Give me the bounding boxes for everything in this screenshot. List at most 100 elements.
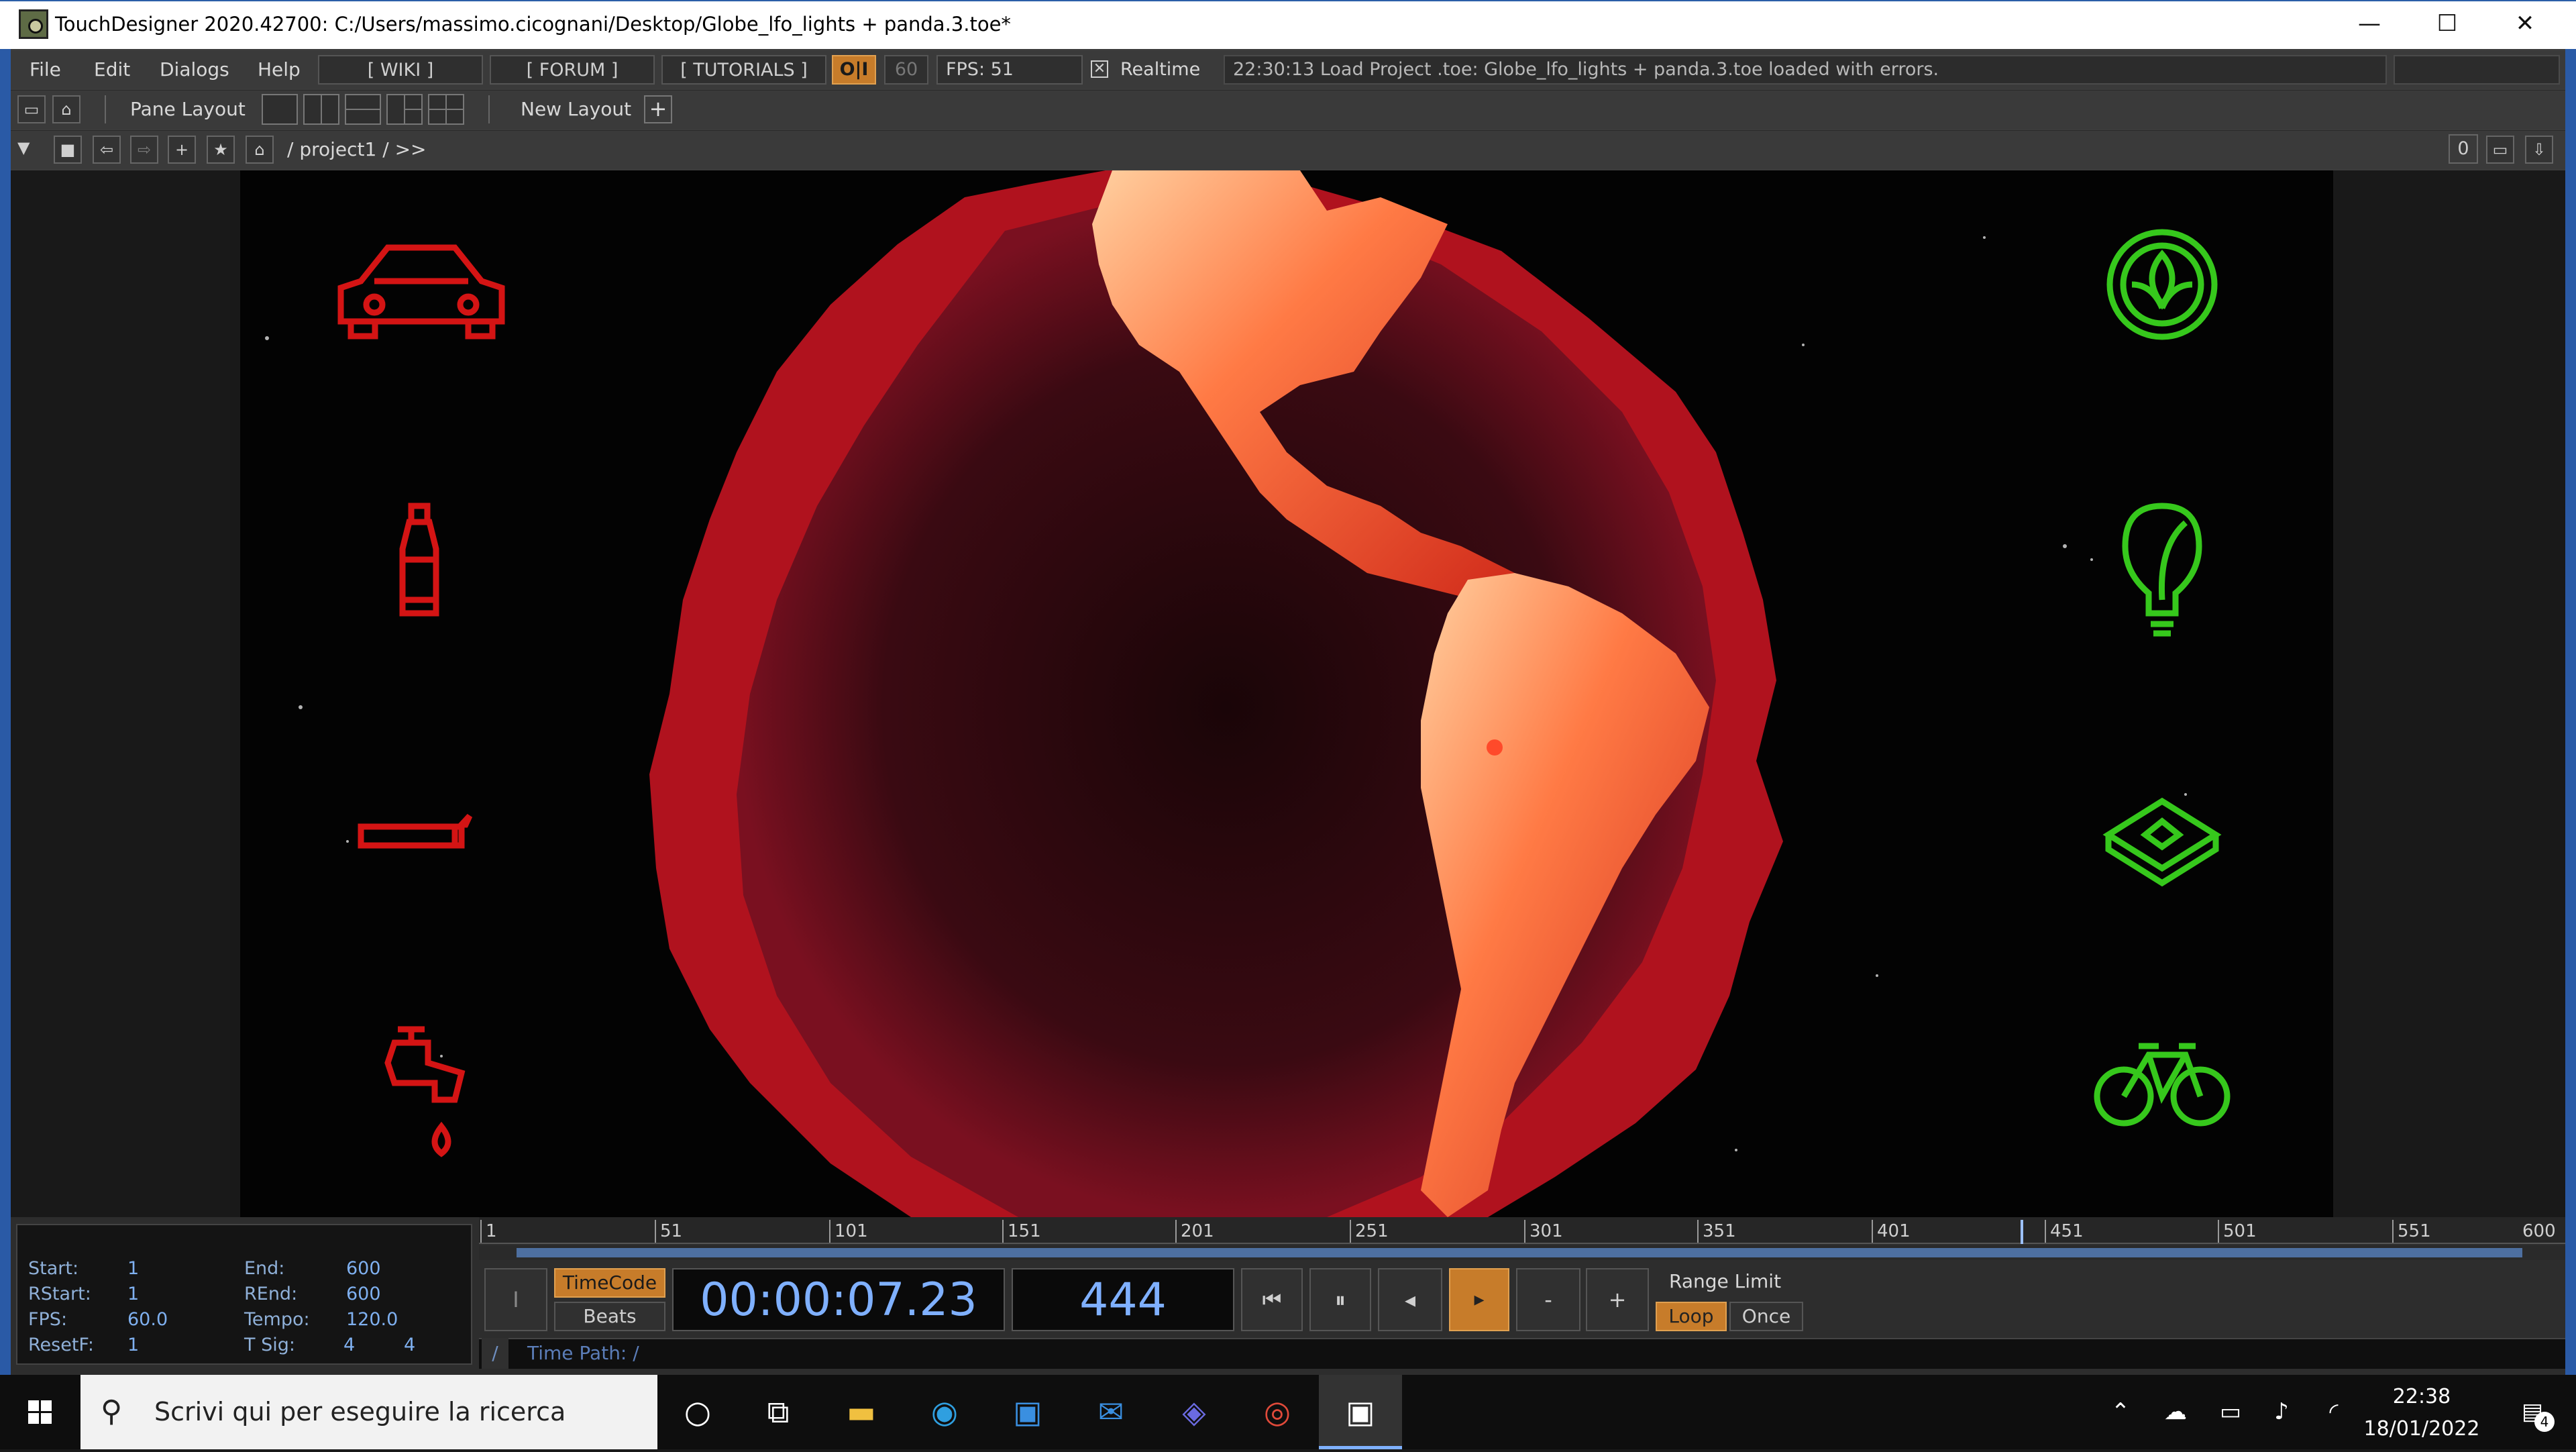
ruler-tick: 1	[480, 1220, 497, 1243]
loop-button[interactable]: Loop	[1656, 1302, 1727, 1331]
end-value[interactable]: 600	[346, 1256, 381, 1282]
realtime-checkbox[interactable]: ✕	[1091, 60, 1108, 78]
star-icon[interactable]: ★	[207, 136, 235, 164]
fps-cap-field[interactable]: 60	[884, 55, 928, 85]
edge-browser-icon[interactable]: ◉	[903, 1375, 986, 1449]
viewer-margin-right	[2333, 170, 2565, 1217]
layout-single-icon[interactable]	[262, 94, 298, 125]
pause-button[interactable]: ⏸	[1309, 1268, 1371, 1331]
chrome-icon[interactable]: ◎	[1236, 1375, 1319, 1449]
power-toggle-button[interactable]: O|I	[832, 55, 876, 85]
render-output	[265, 170, 2231, 1217]
timecode-display[interactable]: 00:00:07.23	[672, 1268, 1005, 1331]
forward-arrow-icon[interactable]: ⇨	[130, 136, 158, 164]
tray-overflow-chevron-icon[interactable]: ⌃	[2097, 1375, 2144, 1449]
volume-icon[interactable]: ♪	[2258, 1375, 2305, 1449]
divider	[105, 95, 106, 123]
island-spot	[1487, 739, 1503, 756]
timeline-i-button[interactable]: I	[484, 1268, 547, 1331]
menu-file[interactable]: File	[30, 51, 61, 89]
close-button[interactable]: ✕	[2486, 0, 2564, 47]
home-icon[interactable]: ⌂	[52, 95, 80, 123]
timeline-range-bar[interactable]	[517, 1248, 2522, 1257]
layout-quad-icon[interactable]	[428, 94, 464, 125]
search-icon: ⚲	[101, 1394, 123, 1429]
windows-logo-icon	[28, 1400, 52, 1424]
home-network-icon[interactable]: ⌂	[246, 136, 274, 164]
task-view-icon[interactable]: ⧉	[737, 1375, 820, 1449]
notification-center-icon[interactable]: ▤	[2502, 1375, 2563, 1449]
tsig-label: T Sig:	[244, 1335, 295, 1355]
network-path[interactable]: / project1 / >>	[287, 130, 426, 169]
stamp-icon	[2102, 797, 2222, 887]
layout-vsplit-icon[interactable]	[303, 94, 339, 125]
viewer-icon[interactable]: ▭	[17, 95, 46, 123]
menu-dialogs[interactable]: Dialogs	[160, 51, 229, 89]
step-plus-button[interactable]: +	[1586, 1268, 1649, 1331]
touchdesigner-app-icon[interactable]	[19, 9, 48, 39]
add-icon[interactable]: +	[168, 136, 196, 164]
touchdesigner-taskbar-icon[interactable]: ▣	[1319, 1375, 1402, 1449]
time-path-bar	[479, 1338, 2565, 1369]
mail-icon[interactable]: ✉	[1069, 1375, 1152, 1449]
pane-menu-chevron-icon[interactable]: ▼	[17, 138, 30, 157]
rend-value[interactable]: 600	[346, 1282, 381, 1307]
play-button[interactable]: ▸	[1449, 1268, 1509, 1331]
status-message: 22:30:13 Load Project .toe: Globe_lfo_li…	[1224, 55, 2387, 85]
battery-icon[interactable]: ▭	[2207, 1375, 2254, 1449]
beats-mode-button[interactable]: Beats	[554, 1302, 665, 1331]
forum-button[interactable]: [ FORUM ]	[490, 55, 655, 85]
status-aux-box	[2394, 55, 2560, 85]
rstart-value[interactable]: 1	[127, 1282, 139, 1307]
pin-icon[interactable]: ⇩	[2525, 136, 2553, 164]
back-arrow-icon[interactable]: ⇦	[93, 136, 121, 164]
timeline-playhead[interactable]	[2021, 1220, 2023, 1244]
minimize-button[interactable]: —	[2330, 0, 2408, 47]
clock-date[interactable]: 18/01/2022	[2348, 1414, 2496, 1444]
window-border-right	[2565, 49, 2576, 1375]
fps-value[interactable]: 60.0	[127, 1307, 168, 1333]
fps-readout: FPS: 51	[936, 55, 1083, 85]
pane-counter[interactable]: 0	[2449, 134, 2478, 164]
tsig-denominator[interactable]: 4	[404, 1333, 415, 1358]
onedrive-cloud-icon[interactable]: ☁	[2152, 1375, 2199, 1449]
menu-edit[interactable]: Edit	[94, 51, 130, 89]
ruler-tick: 201	[1175, 1220, 1214, 1243]
cortana-icon[interactable]: ○	[656, 1375, 739, 1449]
start-value[interactable]: 1	[127, 1256, 139, 1282]
search-placeholder[interactable]: Scrivi qui per eseguire la ricerca	[154, 1375, 566, 1449]
wiki-button[interactable]: [ WIKI ]	[318, 55, 483, 85]
tempo-value[interactable]: 120.0	[346, 1307, 398, 1333]
frame-number-display[interactable]: 444	[1012, 1268, 1234, 1331]
resetf-value[interactable]: 1	[127, 1333, 139, 1358]
timecode-mode-button[interactable]: TimeCode	[554, 1268, 665, 1298]
end-label: End:	[244, 1258, 285, 1279]
new-layout-label[interactable]: New Layout	[521, 90, 631, 129]
start-button[interactable]	[0, 1375, 80, 1449]
maximize-pane-icon[interactable]: ▭	[2486, 136, 2514, 164]
range-limit-label: Range Limit	[1669, 1270, 1782, 1292]
layout-hsplit-icon[interactable]	[345, 94, 381, 125]
add-layout-button[interactable]: +	[644, 95, 672, 123]
time-path-text[interactable]: Time Path: /	[527, 1338, 639, 1369]
menu-help[interactable]: Help	[258, 51, 301, 89]
eco-bulb-icon	[2122, 503, 2202, 637]
step-back-button[interactable]: ◂	[1378, 1268, 1442, 1331]
ruler-tick: 600	[2522, 1221, 2556, 1241]
teams-icon[interactable]: ◈	[1152, 1375, 1236, 1449]
window-border-left	[0, 49, 11, 1375]
output-viewer[interactable]	[240, 170, 2333, 1217]
clock-time[interactable]: 22:38	[2348, 1382, 2496, 1412]
ruler-tick: 451	[2045, 1220, 2084, 1243]
step-minus-button[interactable]: -	[1516, 1268, 1580, 1331]
stop-icon[interactable]: ■	[54, 136, 82, 164]
layout-three-icon[interactable]	[386, 94, 423, 125]
once-button[interactable]: Once	[1729, 1302, 1803, 1331]
file-explorer-icon[interactable]: ▬	[820, 1375, 903, 1449]
rewind-button[interactable]: ⏮	[1241, 1268, 1303, 1331]
tutorials-button[interactable]: [ TUTORIALS ]	[661, 55, 826, 85]
maximize-button[interactable]: ☐	[2408, 0, 2486, 47]
tsig-numerator[interactable]: 4	[343, 1333, 355, 1358]
time-path-root-button[interactable]: /	[482, 1338, 508, 1369]
store-icon[interactable]: ▣	[986, 1375, 1069, 1449]
